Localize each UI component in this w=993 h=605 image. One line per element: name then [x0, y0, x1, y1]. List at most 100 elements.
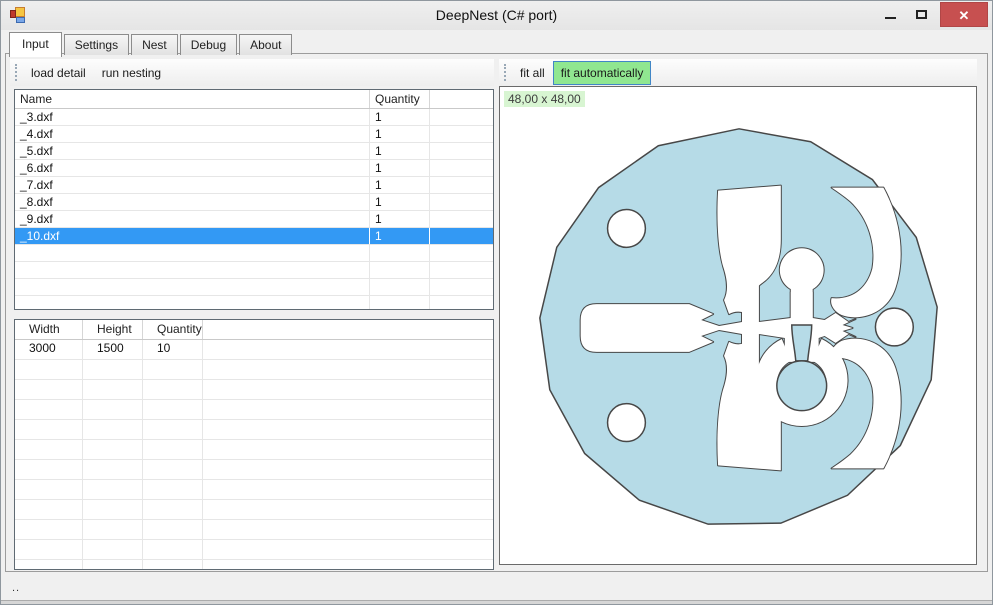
- cell-height[interactable]: 1500: [83, 340, 143, 359]
- empty-cell: [143, 440, 203, 459]
- tab-settings[interactable]: Settings: [64, 34, 129, 55]
- empty-cell: [143, 520, 203, 539]
- maximize-button[interactable]: [907, 2, 935, 27]
- close-icon: ✕: [959, 3, 970, 28]
- cell-filler: [430, 228, 493, 244]
- column-header-name[interactable]: Name: [15, 90, 370, 108]
- empty-cell: [203, 420, 493, 439]
- fit-automatically-button[interactable]: fit automatically: [553, 61, 652, 85]
- empty-cell: [83, 560, 143, 570]
- column-header-width[interactable]: Width: [15, 320, 83, 339]
- empty-cell: [203, 400, 493, 419]
- cell-qty[interactable]: 1: [370, 160, 430, 176]
- cell-name[interactable]: _5.dxf: [15, 143, 370, 159]
- empty-cell: [83, 520, 143, 539]
- cell-name[interactable]: _8.dxf: [15, 194, 370, 210]
- empty-cell: [15, 520, 83, 539]
- tab-nest[interactable]: Nest: [131, 34, 178, 55]
- empty-cell: [143, 540, 203, 559]
- tab-about[interactable]: About: [239, 34, 292, 55]
- cell-filler: [430, 126, 493, 142]
- empty-cell: [143, 480, 203, 499]
- part-preview-panel[interactable]: 48,00 x 48,00: [499, 86, 977, 565]
- empty-cell: [15, 380, 83, 399]
- table-row[interactable]: _9.dxf1: [15, 211, 493, 228]
- tab-input[interactable]: Input: [9, 32, 62, 57]
- empty-row: [15, 296, 493, 310]
- app-window: DeepNest (C# port) ✕ InputSettingsNestDe…: [0, 0, 993, 605]
- empty-cell: [203, 520, 493, 539]
- cell-name[interactable]: _6.dxf: [15, 160, 370, 176]
- empty-row: [15, 520, 493, 540]
- empty-cell: [143, 460, 203, 479]
- cell-name[interactable]: _10.dxf: [15, 228, 370, 244]
- part-size-label: 48,00 x 48,00: [504, 91, 585, 107]
- empty-cell: [15, 560, 83, 570]
- empty-cell: [83, 540, 143, 559]
- cell-width[interactable]: 3000: [15, 340, 83, 359]
- toolbar-grip-icon: [504, 64, 507, 81]
- cell-qty[interactable]: 1: [370, 143, 430, 159]
- empty-cell: [15, 440, 83, 459]
- cell-name[interactable]: _4.dxf: [15, 126, 370, 142]
- empty-cell: [203, 380, 493, 399]
- close-button[interactable]: ✕: [940, 2, 988, 27]
- empty-cell: [15, 279, 370, 295]
- cell-name[interactable]: _3.dxf: [15, 109, 370, 125]
- empty-cell: [83, 480, 143, 499]
- empty-row: [15, 360, 493, 380]
- cell-name[interactable]: _9.dxf: [15, 211, 370, 227]
- empty-row: [15, 279, 493, 296]
- cell-qty[interactable]: 1: [370, 228, 430, 244]
- table-row[interactable]: _3.dxf1: [15, 109, 493, 126]
- cell-qty[interactable]: 1: [370, 194, 430, 210]
- tabpage-input: load detail run nesting NameQuantity_3.d…: [5, 53, 988, 572]
- sheets-grid[interactable]: WidthHeightQuantity3000150010: [14, 319, 494, 570]
- left-toolbar: load detail run nesting: [10, 59, 494, 86]
- column-header-height[interactable]: Height: [83, 320, 143, 339]
- fit-all-button[interactable]: fit all: [512, 61, 553, 85]
- cell-qty[interactable]: 10: [143, 340, 203, 359]
- titlebar: DeepNest (C# port) ✕: [1, 1, 992, 30]
- cell-name[interactable]: _7.dxf: [15, 177, 370, 193]
- empty-row: [15, 262, 493, 279]
- table-row[interactable]: 3000150010: [15, 340, 493, 360]
- column-header-quantity[interactable]: Quantity: [143, 320, 203, 339]
- window-title: DeepNest (C# port): [1, 1, 992, 30]
- empty-cell: [15, 296, 370, 310]
- table-row[interactable]: _5.dxf1: [15, 143, 493, 160]
- empty-cell: [203, 500, 493, 519]
- empty-cell: [143, 400, 203, 419]
- empty-cell: [15, 500, 83, 519]
- table-row[interactable]: _8.dxf1: [15, 194, 493, 211]
- cell-qty[interactable]: 1: [370, 177, 430, 193]
- table-row[interactable]: _7.dxf1: [15, 177, 493, 194]
- table-row[interactable]: _4.dxf1: [15, 126, 493, 143]
- grid-header: WidthHeightQuantity: [15, 320, 493, 340]
- empty-cell: [83, 460, 143, 479]
- empty-row: [15, 380, 493, 400]
- cell-qty[interactable]: 1: [370, 126, 430, 142]
- empty-cell: [83, 380, 143, 399]
- maximize-icon: [916, 10, 927, 19]
- empty-cell: [203, 440, 493, 459]
- parts-grid[interactable]: NameQuantity_3.dxf1_4.dxf1_5.dxf1_6.dxf1…: [14, 89, 494, 310]
- empty-cell: [143, 560, 203, 570]
- load-detail-button[interactable]: load detail: [23, 61, 94, 85]
- empty-cell: [203, 460, 493, 479]
- run-nesting-button[interactable]: run nesting: [94, 61, 169, 85]
- column-header-quantity[interactable]: Quantity: [370, 90, 430, 108]
- minimize-button[interactable]: [876, 2, 904, 27]
- cell-qty[interactable]: 1: [370, 211, 430, 227]
- empty-cell: [370, 279, 430, 295]
- part-preview-svg: [500, 87, 976, 564]
- column-header-filler: [430, 90, 493, 108]
- tab-debug[interactable]: Debug: [180, 34, 237, 55]
- cell-filler: [430, 143, 493, 159]
- cell-filler: [430, 177, 493, 193]
- cell-qty[interactable]: 1: [370, 109, 430, 125]
- table-row[interactable]: _10.dxf1: [15, 228, 493, 245]
- empty-cell: [370, 296, 430, 310]
- empty-cell: [430, 296, 493, 310]
- table-row[interactable]: _6.dxf1: [15, 160, 493, 177]
